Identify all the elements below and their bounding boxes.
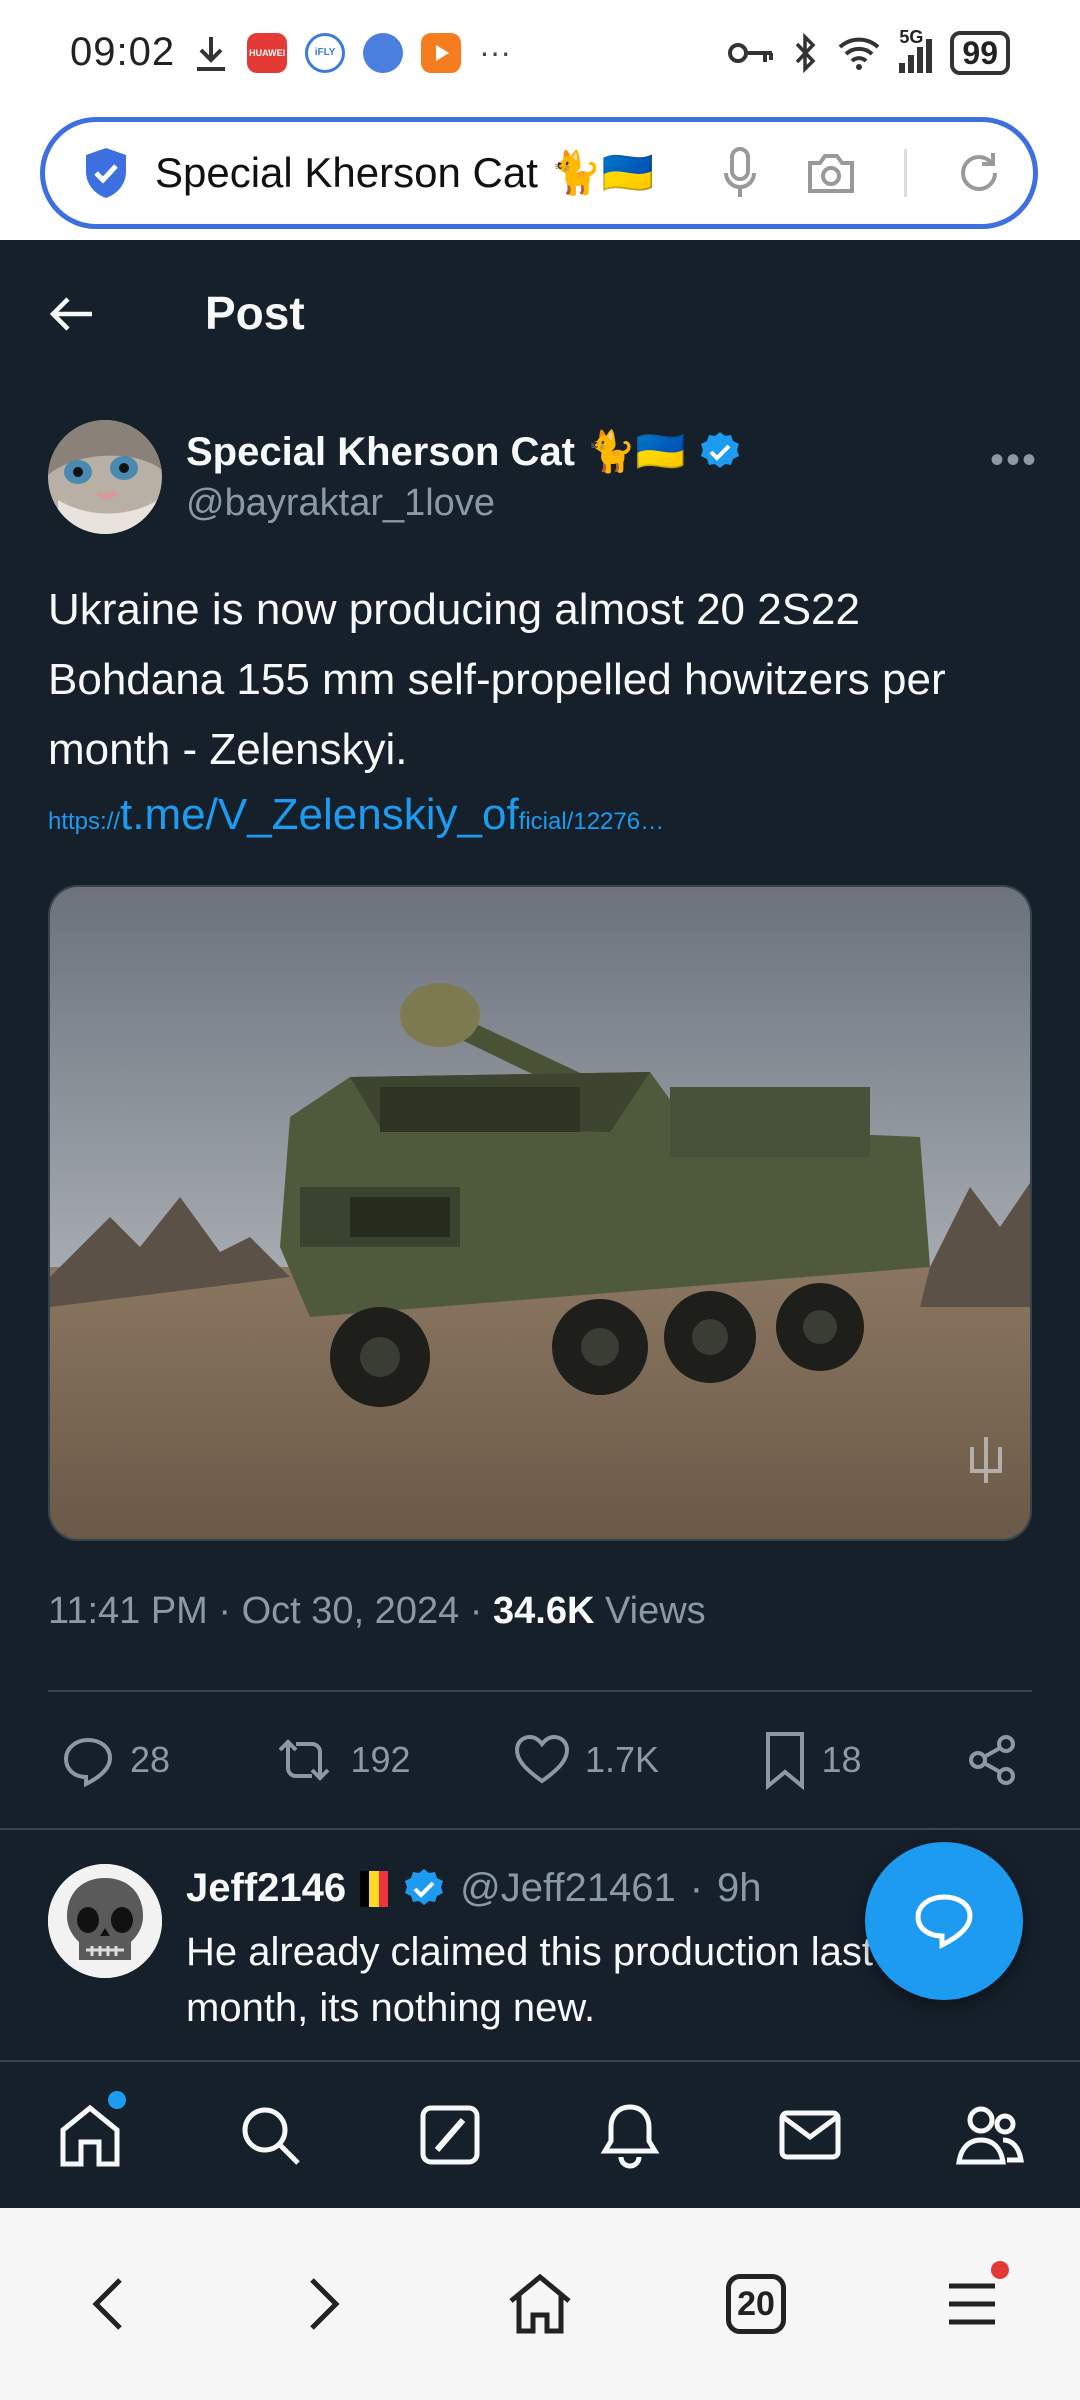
- shield-icon: [86, 148, 126, 198]
- messages-icon: [779, 2110, 841, 2160]
- video-app-icon: [421, 32, 462, 73]
- tweet-text: Ukraine is now producing almost 20 2S22 …: [48, 585, 946, 774]
- menu-badge-dot: [991, 2261, 1009, 2279]
- browser-app-icon: [363, 32, 404, 73]
- repost-button[interactable]: 192: [272, 1732, 411, 1788]
- browser-bottom-bar: 20: [0, 2208, 1080, 2400]
- address-tools: [722, 145, 1003, 201]
- repost-icon: [279, 1739, 330, 1781]
- like-count: 1.7K: [585, 1739, 660, 1780]
- verified-icon: [405, 1868, 444, 1905]
- reply-header: Jeff2146 @Jeff21461 · 9h: [186, 1866, 762, 1911]
- author-handle[interactable]: @bayraktar_1love: [186, 482, 495, 525]
- reload-icon[interactable]: [955, 149, 1003, 197]
- reply-count: 28: [130, 1739, 171, 1780]
- views-count: 34.6K: [493, 1590, 595, 1632]
- tweet-author: Special Kherson Cat 🐈🇺🇦 @bayraktar_1love…: [48, 420, 1038, 540]
- post-header: Post: [0, 240, 1080, 390]
- tab-count: 20: [726, 2274, 786, 2334]
- tab-messages[interactable]: [770, 2095, 850, 2175]
- back-arrow-icon[interactable]: [48, 290, 96, 338]
- home-icon: [60, 2104, 120, 2167]
- home-icon: [509, 2273, 571, 2334]
- signal-icon: 5G: [899, 27, 933, 73]
- ifly-icon: iFLY: [305, 32, 346, 73]
- status-overflow: ···: [479, 34, 512, 70]
- belgium-flag-icon: [360, 1870, 389, 1907]
- bluetooth-icon: [796, 32, 816, 73]
- author-name[interactable]: Special Kherson Cat 🐈🇺🇦: [186, 428, 742, 475]
- battery-indicator: 99: [950, 30, 1010, 75]
- chevron-right-icon: [310, 2278, 340, 2330]
- tweet-actions: 28 192 1.7K 18: [60, 1725, 1020, 1795]
- tweet-image[interactable]: [48, 885, 1032, 1541]
- grok-icon: [420, 2105, 480, 2165]
- status-notification-icons: HUAWEI iFLY ···: [193, 32, 512, 73]
- tweet-link[interactable]: https://t.me/V_Zelenskiy_official/12276…: [48, 790, 664, 840]
- notifications-icon: [600, 2104, 660, 2169]
- reply-icon: [63, 1737, 113, 1788]
- address-divider: [904, 149, 907, 197]
- status-time: 09:02: [70, 30, 176, 74]
- chevron-left-icon: [92, 2278, 122, 2330]
- bookmark-icon: [765, 1732, 804, 1790]
- compose-reply-button[interactable]: [865, 1842, 1023, 2000]
- browser-back-button[interactable]: [63, 2259, 153, 2349]
- notification-dot: [108, 2091, 126, 2109]
- heart-icon: [514, 1734, 570, 1784]
- tab-grok[interactable]: [410, 2095, 490, 2175]
- page-title: Post: [205, 287, 305, 339]
- browser-menu-button[interactable]: [927, 2259, 1017, 2349]
- reply-button[interactable]: 28: [60, 1732, 170, 1788]
- tab-notifications[interactable]: [590, 2095, 670, 2175]
- views-label: Views: [604, 1590, 706, 1632]
- bottom-tab-bar: [0, 2060, 1080, 2208]
- communities-icon: [956, 2106, 1024, 2165]
- tab-search[interactable]: [230, 2095, 310, 2175]
- reply-text: He already claimed this production last …: [186, 1930, 874, 2030]
- key-icon: [728, 42, 774, 63]
- bookmark-button[interactable]: 18: [762, 1730, 862, 1790]
- browser-address-area: Special Kherson Cat 🐈🇺🇦: [0, 105, 1080, 240]
- reply-bubble-icon: [915, 1894, 973, 1950]
- wifi-icon: [839, 37, 880, 70]
- tab-communities[interactable]: [950, 2095, 1030, 2175]
- address-bar[interactable]: Special Kherson Cat 🐈🇺🇦: [40, 117, 1038, 229]
- tweet-date: Oct 30, 2024: [241, 1590, 460, 1632]
- tab-home[interactable]: [50, 2091, 130, 2175]
- menu-icon: [949, 2283, 995, 2325]
- status-system-icons: 5G 99: [727, 27, 1010, 75]
- share-icon: [968, 1735, 1015, 1785]
- more-options-icon[interactable]: •••: [990, 438, 1038, 483]
- tweet-time: 11:41 PM: [48, 1590, 208, 1632]
- bookmark-count: 18: [821, 1739, 862, 1780]
- verified-icon: [700, 431, 739, 468]
- mic-icon[interactable]: [722, 145, 758, 201]
- like-button[interactable]: 1.7K: [513, 1733, 659, 1787]
- avatar[interactable]: [48, 420, 162, 534]
- share-button[interactable]: [964, 1732, 1020, 1788]
- address-text[interactable]: Special Kherson Cat 🐈🇺🇦: [155, 149, 715, 198]
- status-bar: 09:02 HUAWEI iFLY ··· 5G 99: [0, 0, 1080, 105]
- reply-handle[interactable]: @Jeff21461: [460, 1866, 676, 1911]
- tweet-meta: 11:41 PM · Oct 30, 2024 · 34.6K Views: [48, 1590, 706, 1632]
- browser-tabs-button[interactable]: 20: [711, 2259, 801, 2349]
- reply-author-name[interactable]: Jeff2146: [186, 1866, 346, 1911]
- huawei-app-icon: HUAWEI: [247, 32, 288, 73]
- actions-divider: [0, 1828, 1080, 1830]
- reply-avatar[interactable]: [48, 1864, 162, 1978]
- download-icon: [197, 36, 226, 71]
- browser-home-button[interactable]: [495, 2259, 585, 2349]
- camera-icon[interactable]: [806, 151, 856, 195]
- browser-forward-button[interactable]: [279, 2259, 369, 2349]
- search-icon: [242, 2107, 300, 2165]
- reply-age: 9h: [717, 1866, 762, 1910]
- meta-divider: [48, 1690, 1032, 1692]
- repost-count: 192: [350, 1739, 411, 1780]
